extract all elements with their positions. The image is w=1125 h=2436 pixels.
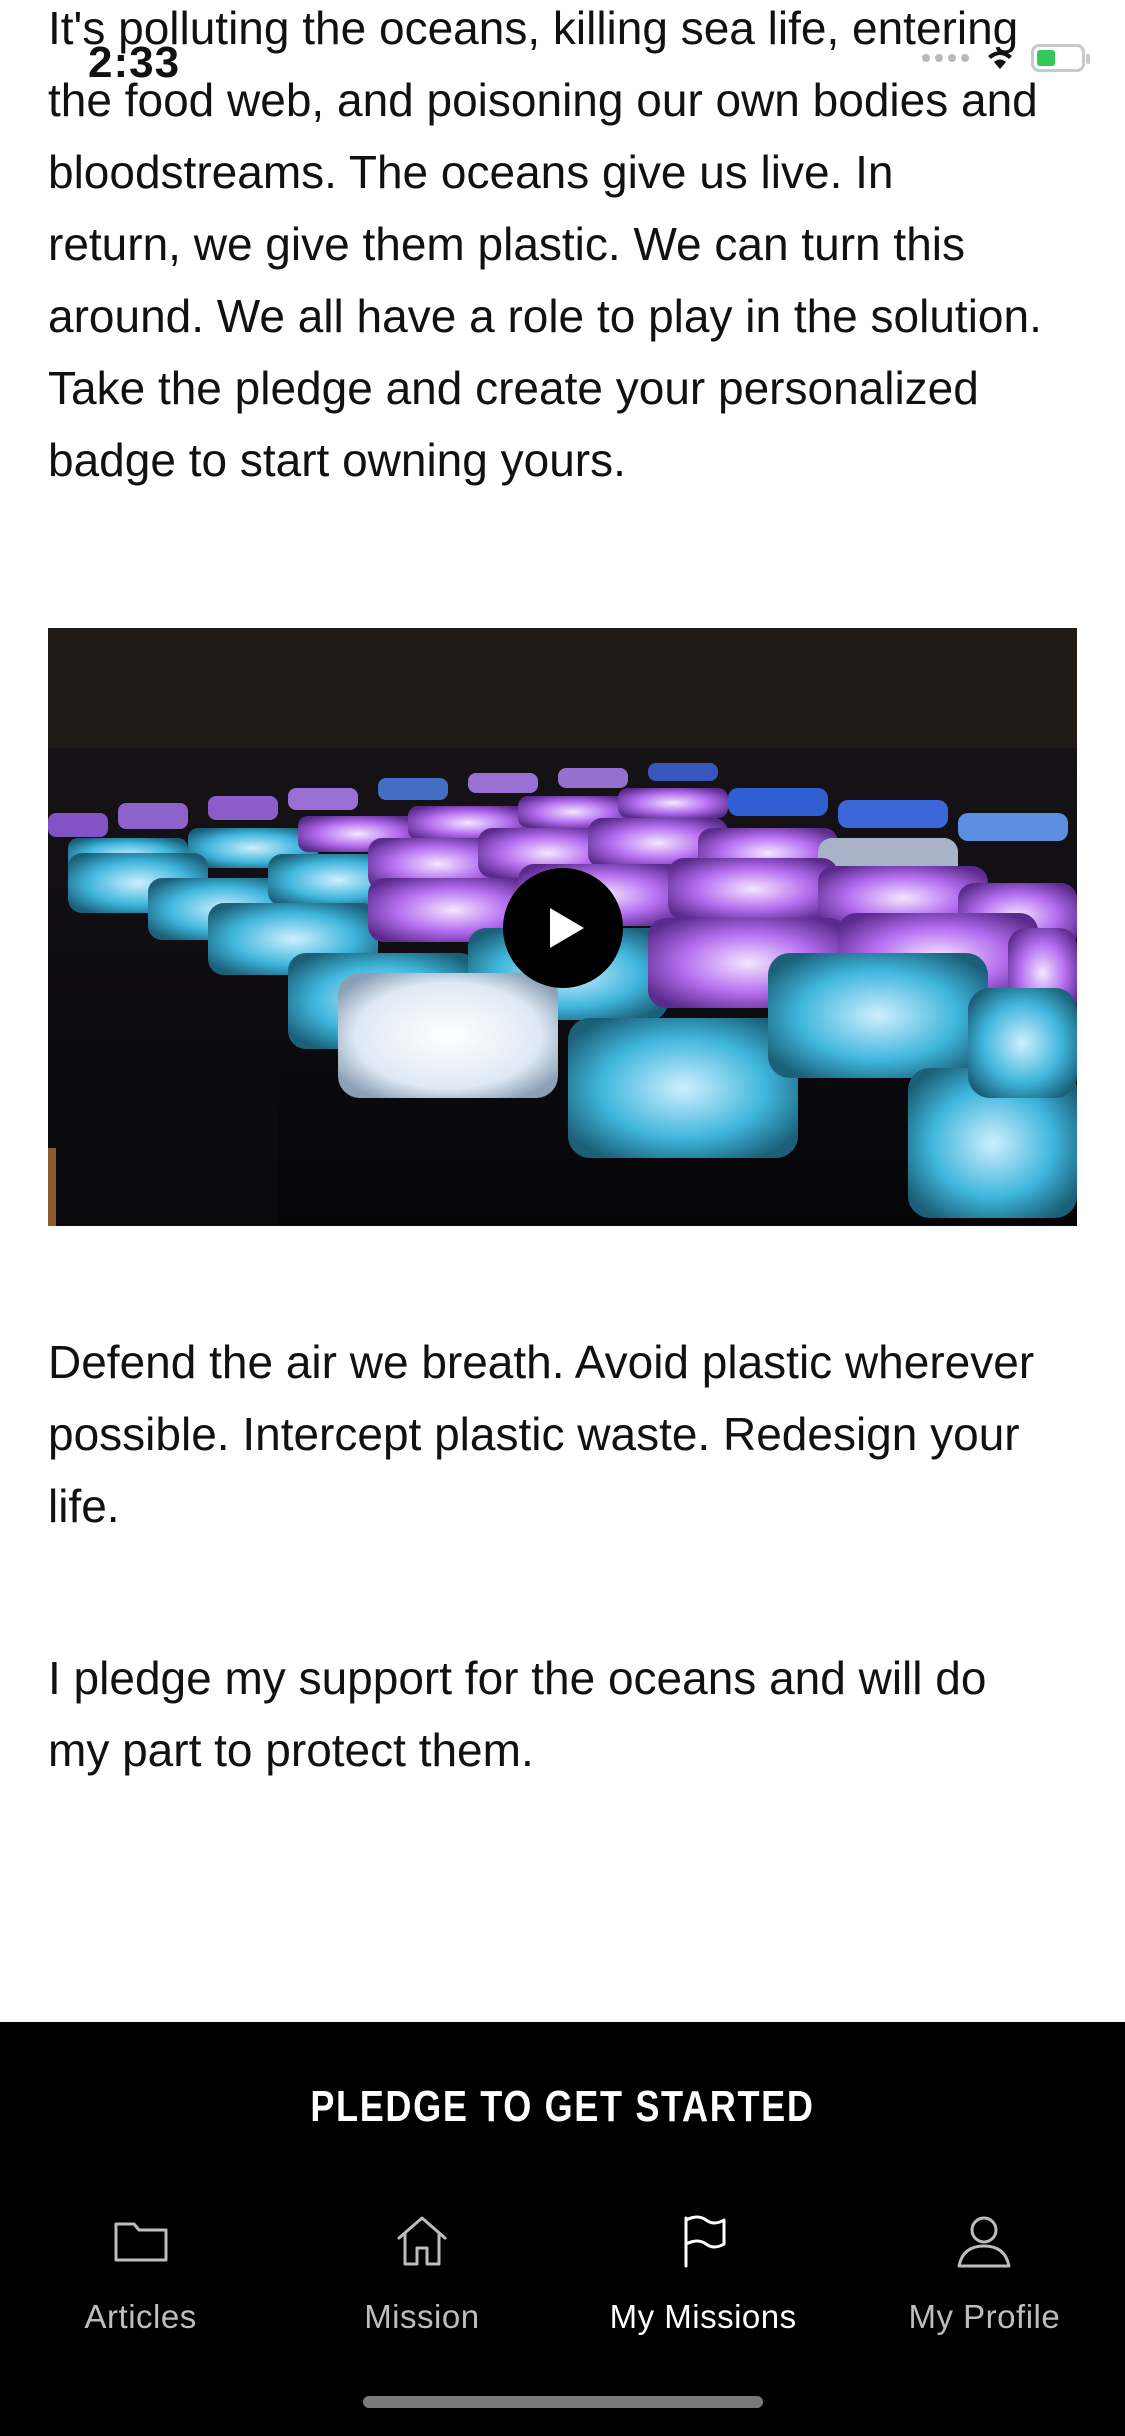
pledge-button[interactable]: PLEDGE TO GET STARTED: [0, 2022, 1125, 2192]
article-intro-paragraph: It's polluting the oceans, killing sea l…: [48, 2, 1042, 486]
tab-label: Mission: [364, 2298, 480, 2335]
play-button[interactable]: [503, 868, 623, 988]
tab-label: My Missions: [609, 2298, 797, 2335]
tab-label: Articles: [84, 2298, 197, 2335]
tab-label: My Profile: [908, 2298, 1061, 2335]
tab-my-profile[interactable]: My Profile: [844, 2192, 1125, 2436]
home-indicator: [363, 2396, 763, 2408]
user-icon: [957, 2216, 1011, 2268]
article-paragraph-two: Defend the air we breath. Avoid plastic …: [48, 1336, 1035, 1532]
play-icon: [550, 908, 584, 948]
folder-icon: [114, 2222, 168, 2262]
article-content: It's polluting the oceans, killing sea l…: [48, 0, 1078, 496]
tab-articles[interactable]: Articles: [0, 2192, 281, 2436]
home-icon: [397, 2216, 447, 2266]
pledge-button-label: PLEDGE TO GET STARTED: [310, 2082, 815, 2131]
flag-icon: [684, 2215, 726, 2268]
article-paragraph-three: I pledge my support for the oceans and w…: [48, 1652, 987, 1776]
